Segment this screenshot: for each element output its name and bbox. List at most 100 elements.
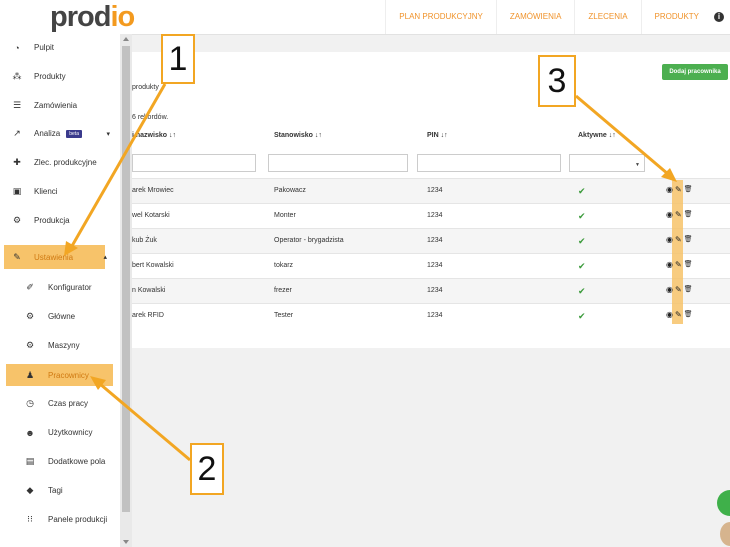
table-row[interactable]: arek RFID Tester 1234 ✔	[132, 303, 730, 328]
col-header-name[interactable]: i nazwisko ↓↑	[132, 126, 176, 154]
sidebar-scrollbar[interactable]	[120, 34, 132, 547]
col-header-position[interactable]: Stanowisko ↓↑	[274, 126, 322, 154]
sidebar-subitem-panele-produkcji[interactable]: ⁝⁝ Panele produkcji	[0, 505, 120, 534]
tags-icon: ◆	[26, 485, 34, 495]
cell-name: arek Mrowiec	[132, 187, 174, 194]
delete-icon[interactable]: 🗑	[684, 303, 693, 328]
edit-icon[interactable]: ✎	[675, 278, 682, 303]
delete-icon[interactable]: 🗑	[684, 178, 693, 203]
scroll-down-icon[interactable]	[123, 540, 129, 544]
beta-badge: beta	[66, 129, 82, 138]
sidebar-subitem-pracownicy[interactable]: ♟ Pracownicy	[6, 364, 113, 386]
filter-position-input[interactable]	[268, 154, 408, 172]
users-icon: ☻	[25, 427, 35, 438]
sidebar-item-produkcja[interactable]: ⚙ Produkcja	[0, 206, 120, 235]
sidebar: ◔ Pulpit ⁂ Produkty ☰ Zamówienia ↗ Anali…	[0, 34, 120, 547]
caret-up-icon: ▴	[103, 254, 107, 261]
view-icon[interactable]: ◉	[666, 303, 673, 328]
active-check-icon: ✔	[578, 186, 586, 196]
edit-icon[interactable]: ✎	[675, 303, 682, 328]
info-icon[interactable]: i	[714, 12, 724, 22]
callout-1: 1	[161, 34, 195, 84]
add-employee-button[interactable]: Dodaj pracownika	[662, 64, 728, 80]
sidebar-subitem-glowne[interactable]: ⚙ Główne	[0, 302, 120, 331]
sidebar-item-pulpit[interactable]: ◔ Pulpit	[0, 33, 120, 62]
delete-icon[interactable]: 🗑	[684, 278, 693, 303]
cell-pin: 1234	[427, 187, 443, 194]
contact-card-icon: ▤	[25, 456, 35, 466]
person-icon: ♟	[25, 369, 35, 380]
row-actions: ◉ ✎ 🗑	[666, 303, 693, 328]
sidebar-item-zamowienia[interactable]: ☰ Zamówienia	[0, 91, 120, 120]
delete-icon[interactable]: 🗑	[684, 228, 693, 253]
cogs-icon: ⚙	[25, 340, 35, 350]
grid-icon: ⁝⁝	[27, 514, 33, 524]
sidebar-subitem-dodatkowe-pola[interactable]: ▤ Dodatkowe pola	[0, 447, 120, 476]
gears-icon: ⚙	[12, 215, 22, 225]
magic-icon: ✐	[26, 282, 34, 292]
nav-produkty[interactable]: PRODUKTY	[640, 0, 712, 34]
records-count: 6 rekordów.	[132, 114, 169, 121]
sidebar-item-zlec-produkcyjne[interactable]: ✚ Zlec. produkcyjne	[0, 148, 120, 177]
view-icon[interactable]: ◉	[666, 178, 673, 203]
edit-icon[interactable]: ✎	[675, 253, 682, 278]
nav-plan-produkcyjny[interactable]: PLAN PRODUKCYJNY	[385, 0, 496, 34]
nav-zamowienia[interactable]: ZAMÓWIENIA	[495, 0, 575, 34]
sidebar-item-ustawienia[interactable]: ✎ Ustawienia ▴	[4, 245, 107, 269]
sidebar-item-klienci[interactable]: ▣ Klienci	[0, 177, 120, 206]
delete-icon[interactable]: 🗑	[684, 203, 693, 228]
table-row[interactable]: wel Kotarski Monter 1234 ✔	[132, 203, 730, 228]
view-icon[interactable]: ◉	[666, 278, 673, 303]
main-panel: Dodaj pracownika produkty 6 rekordów. i …	[132, 52, 730, 348]
scroll-up-icon[interactable]	[123, 37, 129, 41]
delete-icon[interactable]: 🗑	[684, 253, 693, 278]
view-icon[interactable]: ◉	[666, 253, 673, 278]
cell-name: wel Kotarski	[132, 212, 170, 219]
wrench-icon: ✎	[13, 251, 21, 262]
row-actions: ◉ ✎ 🗑	[666, 253, 693, 278]
chat-button[interactable]	[717, 490, 730, 516]
callout-2: 2	[190, 443, 224, 495]
caret-down-icon: ▼	[635, 162, 640, 168]
scroll-thumb[interactable]	[122, 46, 130, 512]
cell-position: Monter	[274, 212, 296, 219]
sidebar-subitem-konfigurator[interactable]: ✐ Konfigurator	[0, 273, 120, 302]
top-nav: PLAN PRODUKCYJNY ZAMÓWIENIA ZLECENIA PRO…	[385, 0, 730, 34]
cell-name: n Kowalski	[132, 287, 166, 294]
active-check-icon: ✔	[578, 311, 586, 321]
filter-active-select[interactable]: ▼	[569, 154, 645, 172]
avatar[interactable]	[720, 522, 730, 546]
table-row[interactable]: n Kowalski frezer 1234 ✔	[132, 278, 730, 303]
cell-pin: 1234	[427, 262, 443, 269]
col-header-active[interactable]: Aktywne ↓↑	[578, 126, 616, 154]
table-row[interactable]: bert Kowalski tokarz 1234 ✔	[132, 253, 730, 278]
edit-icon[interactable]: ✎	[675, 178, 682, 203]
cell-position: frezer	[274, 287, 292, 294]
view-icon[interactable]: ◉	[666, 228, 673, 253]
row-actions: ◉ ✎ 🗑	[666, 203, 693, 228]
edit-icon[interactable]: ✎	[675, 228, 682, 253]
sidebar-item-analiza[interactable]: ↗ Analiza beta ▾	[0, 119, 120, 148]
sidebar-subitem-maszyny[interactable]: ⚙ Maszyny	[0, 331, 120, 360]
table-row[interactable]: kub Żuk Operator - brygadzista 1234 ✔	[132, 228, 730, 253]
clock-icon: ◷	[26, 398, 34, 408]
cell-position: Pakowacz	[274, 187, 306, 194]
sidebar-item-produkty[interactable]: ⁂ Produkty	[0, 62, 120, 91]
sidebar-subitem-czas-pracy[interactable]: ◷ Czas pracy	[0, 389, 120, 418]
edit-icon[interactable]: ✎	[675, 203, 682, 228]
active-check-icon: ✔	[578, 286, 586, 296]
view-icon[interactable]: ◉	[666, 203, 673, 228]
nav-zlecenia[interactable]: ZLECENIA	[574, 0, 640, 34]
active-check-icon: ✔	[578, 211, 586, 221]
filter-pin-input[interactable]	[417, 154, 561, 172]
filter-name-input[interactable]	[132, 154, 256, 172]
filter-row: ▼	[132, 154, 730, 178]
sidebar-subitem-tagi[interactable]: ◆ Tagi	[0, 476, 120, 505]
logo[interactable]: prodio	[50, 2, 135, 32]
row-actions: ◉ ✎ 🗑	[666, 178, 693, 203]
col-header-pin[interactable]: PIN ↓↑	[427, 126, 448, 154]
row-actions: ◉ ✎ 🗑	[666, 228, 693, 253]
sidebar-subitem-uzytkownicy[interactable]: ☻ Użytkownicy	[0, 418, 120, 447]
table-row[interactable]: arek Mrowiec Pakowacz 1234 ✔	[132, 178, 730, 203]
breadcrumb[interactable]: produkty	[132, 84, 159, 91]
